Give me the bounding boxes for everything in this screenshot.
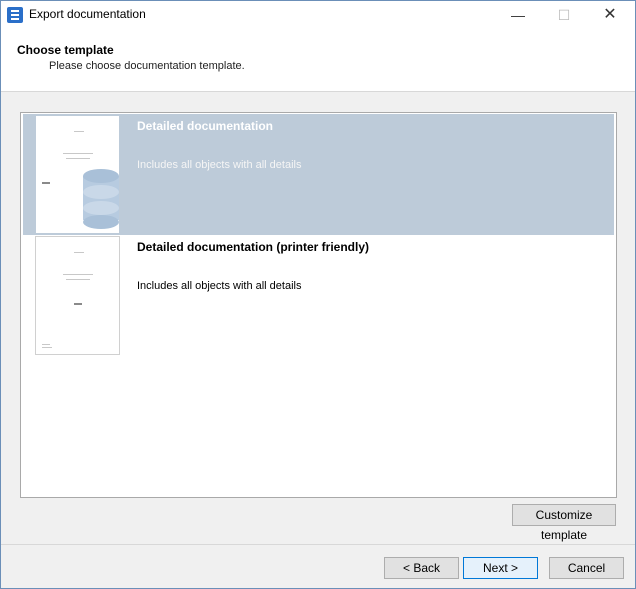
minimize-button[interactable]: — [495,1,541,29]
window-title: Export documentation [29,7,146,21]
template-item-detailed[interactable]: Detailed documentation Includes all obje… [23,114,614,235]
close-icon: ✕ [603,6,617,23]
template-thumbnail [35,236,120,355]
template-name: Detailed documentation [137,119,274,133]
export-documentation-window: Export documentation — ☐ ✕ Choose templa… [0,0,636,589]
page-subtitle: Please choose documentation template. [49,60,245,72]
title-bar: Export documentation — ☐ ✕ [1,1,635,29]
template-item-printer-friendly[interactable]: Detailed documentation (printer friendly… [23,235,614,356]
wizard-header: Choose template Please choose documentat… [1,29,635,92]
template-description: Includes all objects with all details [137,280,302,292]
maximize-button[interactable]: ☐ [541,1,587,29]
next-button[interactable]: Next > [463,557,538,579]
minimize-icon: — [511,7,525,23]
close-button[interactable]: ✕ [587,1,633,29]
template-name: Detailed documentation (printer friendly… [137,240,370,254]
cancel-button[interactable]: Cancel [549,557,624,579]
template-thumbnail [35,115,120,234]
customize-template-button[interactable]: Customize template [512,504,616,542]
app-icon [7,7,23,23]
back-button[interactable]: < Back [384,557,459,579]
wizard-footer: < Back Next > Cancel [1,544,635,588]
page-title: Choose template [17,43,114,57]
database-icon [83,169,119,231]
maximize-icon: ☐ [557,7,571,23]
template-description: Includes all objects with all details [137,159,302,171]
template-list[interactable]: Detailed documentation Includes all obje… [20,112,617,498]
